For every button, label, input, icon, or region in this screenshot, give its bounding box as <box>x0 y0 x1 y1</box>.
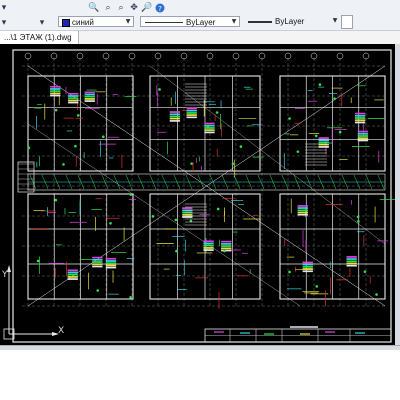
color-select[interactable]: синий ▼ <box>58 16 134 27</box>
tab-drawing[interactable]: ...\1 ЭТАЖ (1).dwg <box>0 31 79 44</box>
chevron-down-icon[interactable]: ▼ <box>330 16 340 25</box>
command-area <box>0 350 400 400</box>
linetype-select[interactable]: ByLayer ▼ <box>140 16 240 27</box>
color-swatch <box>62 19 70 27</box>
lineweight-value: ByLayer <box>275 17 305 26</box>
help-icon[interactable]: ? <box>154 2 166 13</box>
drawing-canvas[interactable]: Y X <box>0 44 395 345</box>
properties-toolbar: ▾ ▾ синий ▼ ByLayer ▼ ByLayer ▼ <box>0 14 400 31</box>
pan-icon[interactable]: ✥ <box>128 2 140 13</box>
zoom-previous-icon[interactable]: ⌕ <box>102 2 114 13</box>
document-tabs: ...\1 ЭТАЖ (1).dwg <box>0 31 400 45</box>
linetype-preview <box>145 22 183 23</box>
svg-text:?: ? <box>158 5 162 13</box>
dropdown-arrow-icon[interactable]: ▾ <box>0 2 8 13</box>
lineweight-preview <box>248 21 272 23</box>
chevron-down-icon[interactable]: ▼ <box>229 17 239 26</box>
zoom-extents-icon[interactable]: 🔎 <box>141 2 153 13</box>
zoom-window-icon[interactable]: 🔍 <box>88 2 100 13</box>
vertical-scrollbar[interactable] <box>395 44 400 345</box>
dropdown-arrow-icon[interactable]: ▾ <box>0 17 8 28</box>
dropdown-arrow-icon[interactable]: ▾ <box>38 17 46 28</box>
chevron-down-icon[interactable]: ▼ <box>123 17 133 26</box>
linetype-value: ByLayer <box>186 18 216 27</box>
ucs-x-label: X <box>58 326 65 336</box>
ucs-y-label: Y <box>2 270 8 280</box>
zoom-realtime-icon[interactable]: ⌕ <box>115 2 127 13</box>
lineweight-select[interactable]: ByLayer ▼ <box>246 16 337 27</box>
overflow-button[interactable] <box>341 15 353 29</box>
top-toolbar: ▾ 🔍 ⌕ ⌕ ✥ 🔎 ? <box>0 0 400 15</box>
color-value: синий <box>72 18 94 27</box>
drawing-svg <box>3 49 395 343</box>
